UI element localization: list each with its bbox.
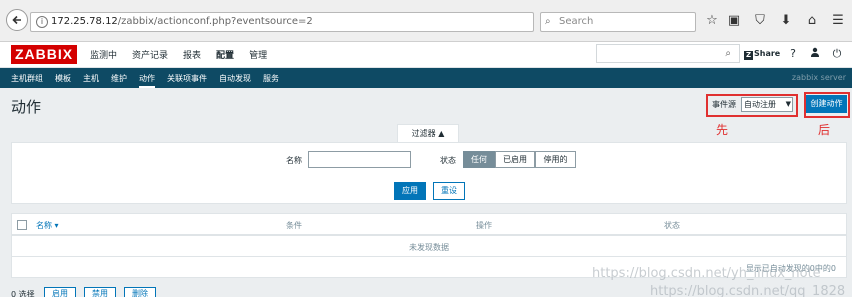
reading-list-icon[interactable]: ▣ xyxy=(726,12,742,30)
status-enabled-option[interactable]: 已启用 xyxy=(495,151,535,168)
help-icon[interactable]: ? xyxy=(786,47,800,61)
subnav-services[interactable]: 服务 xyxy=(263,73,279,88)
status-disabled-option[interactable]: 停用的 xyxy=(535,151,576,168)
caret-up-icon: ▲ xyxy=(438,129,445,138)
event-source-label: 事件源 xyxy=(712,100,736,109)
menu-configuration[interactable]: 配置 xyxy=(216,48,234,61)
column-operations: 操作 xyxy=(476,221,492,230)
pocket-icon[interactable]: ⛉ xyxy=(752,12,768,30)
page-title: 动作 xyxy=(11,98,42,116)
zabbix-header: ZABBIX 监测中 资产记录 报表 配置 管理 ⌕ Z Share ? ⏻ xyxy=(0,42,852,68)
no-data-row: 未发现数据 xyxy=(12,239,846,257)
create-action-button[interactable]: 创建动作 xyxy=(806,95,847,113)
filter-reset-button[interactable]: 重设 xyxy=(433,182,465,200)
zabbix-logo[interactable]: ZABBIX xyxy=(11,45,77,64)
selected-count: 0 选择 xyxy=(11,290,35,297)
hamburger-menu-icon[interactable]: ☰ xyxy=(830,12,846,30)
share-icon: Z xyxy=(744,51,753,60)
share-label: Share xyxy=(754,49,781,58)
mass-disable-button[interactable]: 禁用 xyxy=(84,287,116,297)
filter-name-input[interactable] xyxy=(308,151,411,168)
info-icon[interactable]: i xyxy=(36,16,48,28)
browser-search-input[interactable]: ⌕ Search xyxy=(540,12,696,32)
filter-name-label: 名称 xyxy=(286,156,302,165)
bookmark-star-icon[interactable]: ☆ xyxy=(704,12,720,30)
back-arrow-icon xyxy=(12,15,21,25)
subnav-event-correlation[interactable]: 关联项事件 xyxy=(167,73,207,88)
mass-delete-button[interactable]: 删除 xyxy=(124,287,156,297)
column-conditions: 条件 xyxy=(286,221,302,230)
subnav-hosts[interactable]: 主机 xyxy=(83,73,99,88)
subnav-maintenance[interactable]: 维护 xyxy=(111,73,127,88)
url-host: 172.25.78.12 xyxy=(51,16,118,27)
select-all-checkbox[interactable] xyxy=(17,220,27,230)
menu-inventory[interactable]: 资产记录 xyxy=(132,48,168,61)
status-any-option[interactable]: 任何 xyxy=(463,151,495,168)
configuration-submenu: 主机群组 模板 主机 维护 动作 关联项事件 自动发现 服务 zabbix se… xyxy=(0,68,852,88)
table-header: 名称 ▾ 条件 操作 状态 xyxy=(12,214,846,236)
home-icon[interactable]: ⌂ xyxy=(804,12,820,30)
menu-monitoring[interactable]: 监测中 xyxy=(90,48,117,61)
menu-administration[interactable]: 管理 xyxy=(249,48,267,61)
subnav-discovery[interactable]: 自动发现 xyxy=(219,73,251,88)
server-name: zabbix server xyxy=(791,73,846,82)
filter-tab[interactable]: 过滤器 ▲ xyxy=(397,124,459,143)
global-search-input[interactable]: ⌕ xyxy=(596,44,740,63)
caret-down-icon: ▼ xyxy=(785,100,791,108)
filter-status-label: 状态 xyxy=(440,156,456,165)
user-profile-icon[interactable] xyxy=(808,47,822,61)
subnav-actions[interactable]: 动作 xyxy=(139,73,155,88)
sign-out-icon[interactable]: ⏻ xyxy=(830,47,844,61)
column-status: 状态 xyxy=(664,221,680,230)
url-path: /zabbix/actionconf.php?eventsource=2 xyxy=(117,16,313,27)
annotation-first: 先 xyxy=(716,123,729,137)
event-source-value: 自动注册 xyxy=(744,100,776,109)
column-name[interactable]: 名称 ▾ xyxy=(36,220,59,231)
filter-apply-button[interactable]: 应用 xyxy=(394,182,426,200)
search-placeholder: Search xyxy=(559,16,594,27)
mass-enable-button[interactable]: 启用 xyxy=(44,287,76,297)
back-button[interactable] xyxy=(6,9,28,31)
watermark-text-2: https://blog.csdn.net/qq_1828 xyxy=(650,284,846,297)
share-link[interactable]: Z Share xyxy=(744,49,780,60)
address-bar[interactable]: i 172.25.78.12/zabbix/actionconf.php?eve… xyxy=(30,12,555,32)
main-menu: 监测中 资产记录 报表 配置 管理 xyxy=(90,48,267,61)
filter-panel xyxy=(11,142,847,204)
watermark-text: https://blog.csdn.net/yh_linux_note xyxy=(592,266,821,281)
menu-reports[interactable]: 报表 xyxy=(183,48,201,61)
download-icon[interactable]: ⬇ xyxy=(778,12,794,30)
subnav-host-groups[interactable]: 主机群组 xyxy=(11,73,43,88)
subnav-templates[interactable]: 模板 xyxy=(55,73,71,88)
filter-tab-label: 过滤器 xyxy=(411,129,436,138)
annotation-after: 后 xyxy=(818,123,831,137)
search-icon: ⌕ xyxy=(545,16,551,27)
search-icon[interactable]: ⌕ xyxy=(725,48,731,59)
browser-toolbar: i 172.25.78.12/zabbix/actionconf.php?eve… xyxy=(0,0,852,42)
event-source-select[interactable]: 自动注册 ▼ xyxy=(741,97,793,112)
